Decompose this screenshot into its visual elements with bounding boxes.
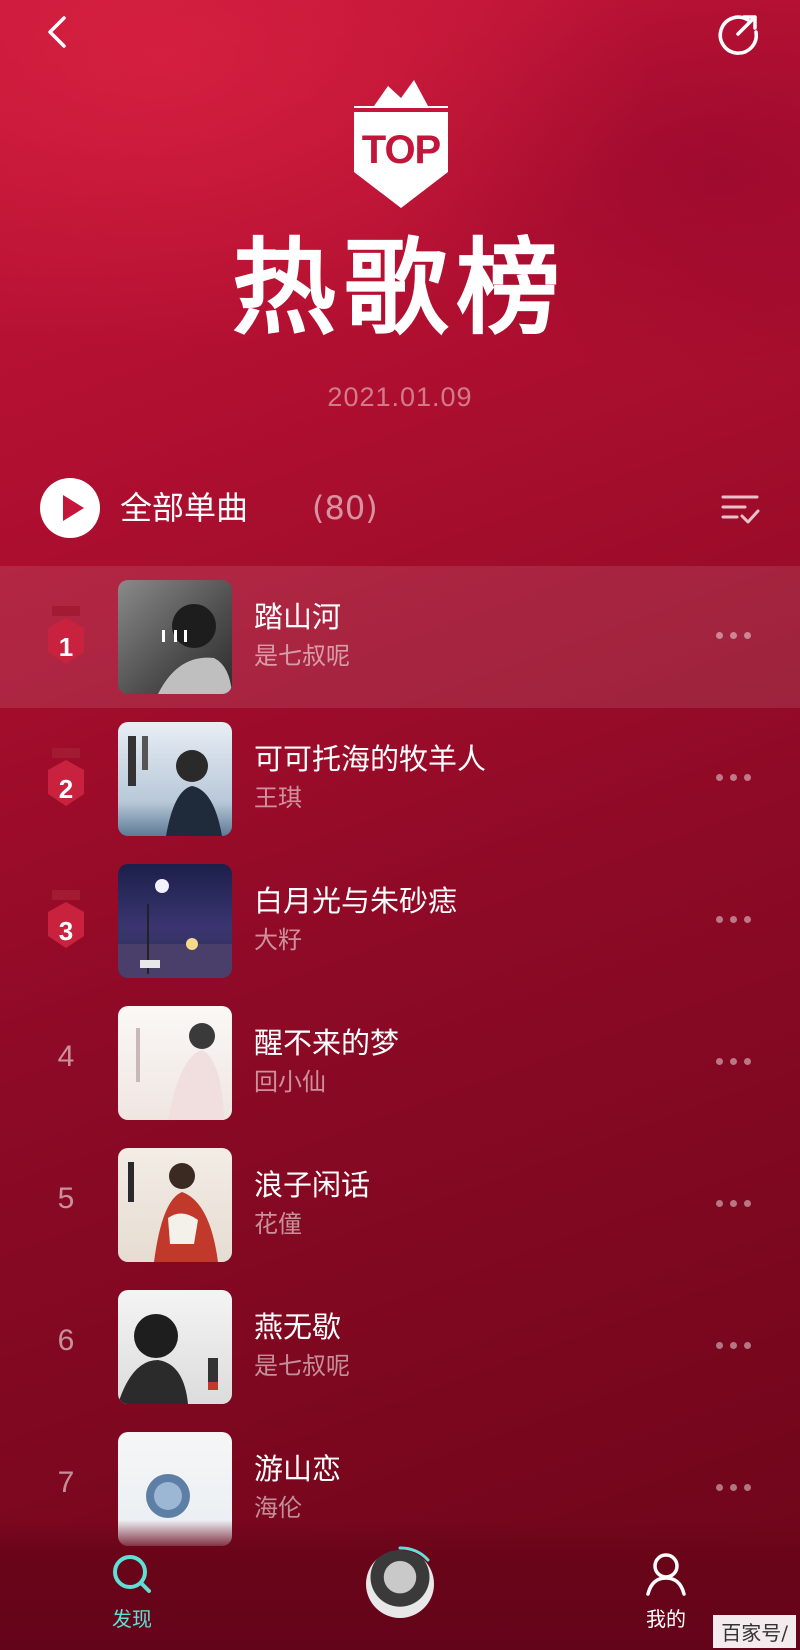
rank-number: 2	[58, 774, 74, 804]
rank-number: 3	[58, 916, 74, 946]
back-arrow-icon	[48, 16, 66, 48]
share-button[interactable]	[714, 10, 762, 58]
now-playing-disc[interactable]	[362, 1546, 438, 1622]
tab-mine-label: 我的	[646, 1607, 686, 1631]
album-cover	[118, 580, 232, 694]
rank-number: 6	[57, 1324, 75, 1357]
tab-discover-label: 发现	[112, 1607, 152, 1631]
play-icon	[63, 495, 84, 521]
rank-medal: 2	[44, 748, 88, 812]
song-title: 可可托海的牧羊人	[254, 742, 487, 776]
rank-medal: 1	[44, 606, 88, 670]
song-row[interactable]: 5 浪子闲话 花僮	[0, 1134, 800, 1276]
rank-medal: 3	[44, 890, 88, 954]
page-title: 热歌榜	[231, 227, 568, 349]
song-title: 游山恋	[254, 1452, 342, 1486]
tab-discover[interactable]: 发现	[82, 1548, 182, 1648]
song-artist: 回小仙	[254, 1068, 326, 1096]
song-row[interactable]: 6 燕无歇 是七叔呢	[0, 1276, 800, 1418]
user-icon	[646, 1553, 686, 1596]
song-title: 白月光与朱砂痣	[254, 884, 458, 918]
song-artist: 是七叔呢	[254, 642, 350, 670]
rank-number: 7	[57, 1466, 75, 1499]
more-options-button[interactable]	[712, 626, 756, 646]
album-cover	[118, 722, 232, 836]
badge-text: TOP	[361, 128, 442, 172]
song-artist: 王琪	[254, 784, 302, 812]
rank-number: 5	[57, 1182, 75, 1215]
more-options-button[interactable]	[712, 910, 756, 930]
song-title: 浪子闲话	[254, 1168, 371, 1202]
watermark: 百家号/	[713, 1615, 796, 1648]
album-cover	[118, 1006, 232, 1120]
album-cover	[118, 864, 232, 978]
more-options-button[interactable]	[712, 1052, 756, 1072]
multiselect-icon	[721, 495, 760, 524]
search-discover-icon	[113, 1555, 151, 1593]
share-icon	[718, 15, 759, 55]
album-cover	[118, 1290, 232, 1404]
play-all-bar: 全部单曲 (80)	[40, 478, 760, 538]
play-all-label[interactable]: 全部单曲	[120, 488, 248, 528]
song-row[interactable]: 2 可可托海的牧羊人 王琪	[0, 708, 800, 850]
more-options-button[interactable]	[712, 1478, 756, 1498]
top-badge: TOP	[346, 76, 456, 216]
more-options-button[interactable]	[712, 768, 756, 788]
album-cover	[118, 1148, 232, 1262]
song-count: (80)	[312, 489, 378, 527]
song-row[interactable]: 4 醒不来的梦 回小仙	[0, 992, 800, 1134]
song-artist: 是七叔呢	[254, 1352, 350, 1380]
play-all-button[interactable]	[40, 478, 100, 538]
rank-number: 1	[58, 632, 74, 662]
song-title: 醒不来的梦	[254, 1026, 400, 1060]
song-row[interactable]: 3 白月光与朱砂痣 大籽	[0, 850, 800, 992]
song-artist: 大籽	[254, 926, 302, 954]
rank-number: 4	[57, 1040, 75, 1073]
song-row[interactable]: 1 踏山河 是七叔呢	[0, 566, 800, 708]
song-title: 踏山河	[254, 600, 342, 634]
song-artist: 花僮	[254, 1210, 302, 1238]
top-bar	[0, 0, 800, 70]
more-options-button[interactable]	[712, 1194, 756, 1214]
more-options-button[interactable]	[712, 1336, 756, 1356]
back-button[interactable]	[38, 10, 82, 54]
multiselect-button[interactable]	[720, 492, 760, 526]
now-playing-cover	[366, 1550, 434, 1618]
song-title: 燕无歇	[254, 1310, 342, 1344]
chart-date: 2021.01.09	[327, 382, 473, 412]
tab-mine[interactable]: 我的	[616, 1548, 716, 1648]
